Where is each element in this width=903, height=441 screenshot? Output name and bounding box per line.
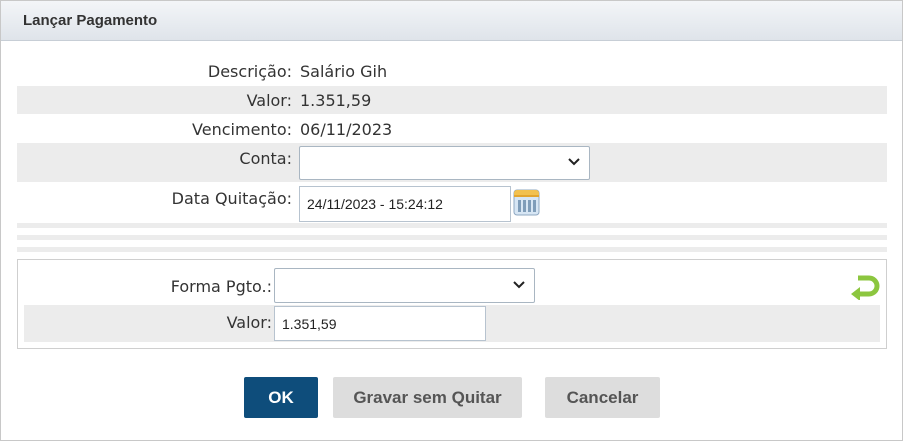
vencimento-value: 06/11/2023: [300, 120, 393, 139]
separator: [17, 223, 887, 228]
save-without-settle-button[interactable]: Gravar sem Quitar: [333, 377, 522, 418]
vencimento-label: Vencimento:: [192, 120, 292, 139]
data-quitacao-label: Data Quitação:: [171, 189, 292, 208]
pgto-valor-label: Valor:: [226, 313, 272, 332]
data-quitacao-row: Data Quitação: 24/11/2023 - 15:24:12: [17, 182, 887, 222]
conta-label: Conta:: [239, 149, 292, 168]
valor-row: Valor: 1.351,59: [17, 86, 887, 114]
descricao-label: Descrição:: [207, 62, 292, 81]
payment-box: Forma Pgto.: Valor: 1.351,59: [17, 259, 887, 349]
valor-value: 1.351,59: [300, 91, 372, 110]
calendar-icon[interactable]: [513, 189, 540, 216]
data-quitacao-value: 24/11/2023 - 15:24:12: [307, 196, 443, 212]
descricao-value: Salário Gih: [300, 62, 388, 81]
payment-dialog: Lançar Pagamento Descrição: Salário Gih …: [0, 0, 903, 441]
conta-select[interactable]: [299, 146, 590, 180]
pgto-valor-row: Valor: 1.351,59: [24, 305, 880, 342]
chevron-down-icon: [568, 158, 580, 166]
pgto-valor-value: 1.351,59: [282, 315, 337, 332]
conta-row: Conta:: [17, 143, 887, 182]
separator: [17, 247, 887, 252]
forma-pgto-label: Forma Pgto.:: [170, 277, 272, 296]
chevron-down-icon: [513, 280, 525, 288]
vencimento-row: Vencimento: 06/11/2023: [17, 114, 887, 143]
forma-pgto-row: Forma Pgto.:: [18, 268, 886, 304]
data-quitacao-input[interactable]: 24/11/2023 - 15:24:12: [299, 186, 511, 222]
cancel-button[interactable]: Cancelar: [545, 377, 660, 418]
undo-arrow-icon[interactable]: [850, 272, 880, 300]
descricao-row: Descrição: Salário Gih: [17, 57, 887, 86]
pgto-valor-input[interactable]: 1.351,59: [274, 306, 486, 341]
dialog-titlebar: Lançar Pagamento: [1, 1, 902, 41]
forma-pgto-select[interactable]: [274, 268, 535, 303]
ok-button[interactable]: OK: [244, 377, 318, 418]
valor-label: Valor:: [246, 91, 292, 110]
dialog-title: Lançar Pagamento: [23, 12, 158, 29]
separator: [17, 235, 887, 240]
